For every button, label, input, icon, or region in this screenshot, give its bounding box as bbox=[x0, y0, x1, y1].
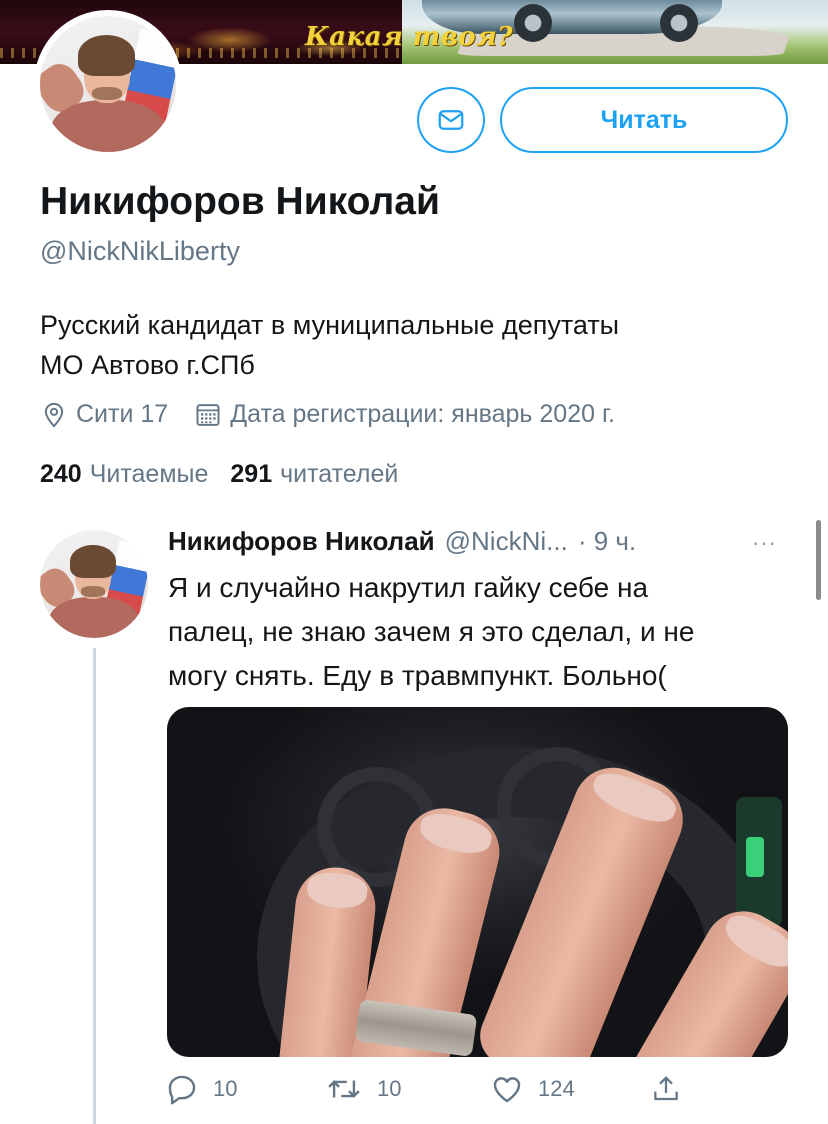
tweet-author-avatar[interactable] bbox=[40, 530, 148, 638]
tweet-text-line: палец, не знаю зачем я это сделал, и не bbox=[168, 616, 695, 647]
avatar-hair bbox=[70, 545, 116, 578]
photo-fingernail bbox=[588, 766, 681, 830]
reply-count: 10 bbox=[213, 1076, 238, 1101]
profile-location: Сити 17 bbox=[40, 400, 168, 429]
tweet-text-line: могу снять. Еду в травмпункт. Больно( bbox=[168, 660, 667, 691]
profile-bio: Русский кандидат в муниципальные депутат… bbox=[40, 305, 780, 385]
message-button[interactable] bbox=[417, 87, 485, 153]
like-icon bbox=[493, 1077, 521, 1103]
retweet-count: 10 bbox=[377, 1076, 402, 1101]
followers-count[interactable]: 291 bbox=[230, 460, 272, 489]
location-pin-icon bbox=[44, 402, 64, 428]
followers-label[interactable]: читателей bbox=[280, 460, 398, 489]
reply-button[interactable]: 10 bbox=[165, 1072, 237, 1106]
tweet-photo[interactable] bbox=[167, 707, 788, 1057]
thread-line bbox=[93, 648, 96, 1124]
profile-display-name: Никифоров Николай bbox=[40, 180, 440, 223]
avatar-beard bbox=[81, 586, 105, 597]
follow-button[interactable]: Читать bbox=[500, 87, 788, 153]
avatar-shirt bbox=[48, 596, 140, 638]
avatar-hair bbox=[78, 35, 136, 76]
profile-handle: @NickNikLiberty bbox=[40, 236, 240, 266]
profile-bio-line: Русский кандидат в муниципальные депутат… bbox=[40, 310, 620, 340]
following-count[interactable]: 240 bbox=[40, 460, 82, 489]
tweet-text: Я и случайно накрутил гайку себе на пале… bbox=[168, 566, 788, 698]
following-label[interactable]: Читаемые bbox=[90, 460, 209, 489]
avatar-shirt bbox=[50, 100, 166, 152]
retweet-button[interactable]: 10 bbox=[325, 1072, 401, 1106]
profile-avatar[interactable] bbox=[34, 10, 182, 158]
share-button[interactable] bbox=[650, 1072, 696, 1106]
mail-icon bbox=[438, 110, 464, 130]
car-wheel-rear bbox=[660, 4, 698, 42]
retweet-icon bbox=[328, 1080, 360, 1098]
tweet-header: Никифоров Николай @NickNi... · 9 ч. bbox=[168, 526, 636, 557]
reply-icon bbox=[168, 1075, 196, 1105]
tweet-timestamp[interactable]: · 9 ч. bbox=[578, 526, 636, 557]
tweet-author-avatar-photo bbox=[40, 530, 148, 638]
more-icon[interactable]: ··· bbox=[752, 530, 777, 556]
tweet-author-handle[interactable]: @NickNi... bbox=[445, 526, 568, 557]
photo-dashboard-light bbox=[736, 797, 782, 927]
profile-meta: Сити 17 Дата регистрации: январь 2020 г. bbox=[40, 400, 615, 429]
profile-location-text: Сити 17 bbox=[76, 400, 169, 428]
tweet-author-name[interactable]: Никифоров Николай bbox=[168, 526, 435, 557]
car-wheel-front bbox=[514, 4, 552, 42]
profile-bio-line: МО Автово г.СПб bbox=[40, 350, 255, 380]
profile-counts: 240 Читаемые 291 читателей bbox=[40, 460, 420, 489]
avatar-beard bbox=[91, 86, 122, 101]
banner-caption: Какая твоя? bbox=[305, 22, 514, 52]
tweet-text-line: Я и случайно накрутил гайку себе на bbox=[168, 572, 649, 603]
like-button[interactable]: 124 bbox=[490, 1072, 575, 1106]
like-count: 124 bbox=[538, 1076, 575, 1101]
tweet-actions: 10 10 124 bbox=[165, 1072, 705, 1112]
profile-joined-text: Дата регистрации: январь 2020 г. bbox=[230, 400, 615, 428]
calendar-icon bbox=[196, 403, 220, 426]
profile-avatar-photo bbox=[40, 16, 176, 152]
scrollbar[interactable] bbox=[816, 520, 821, 600]
photo-fingernail bbox=[305, 870, 370, 911]
profile-joined: Дата регистрации: январь 2020 г. bbox=[194, 400, 615, 429]
share-icon bbox=[654, 1076, 678, 1101]
